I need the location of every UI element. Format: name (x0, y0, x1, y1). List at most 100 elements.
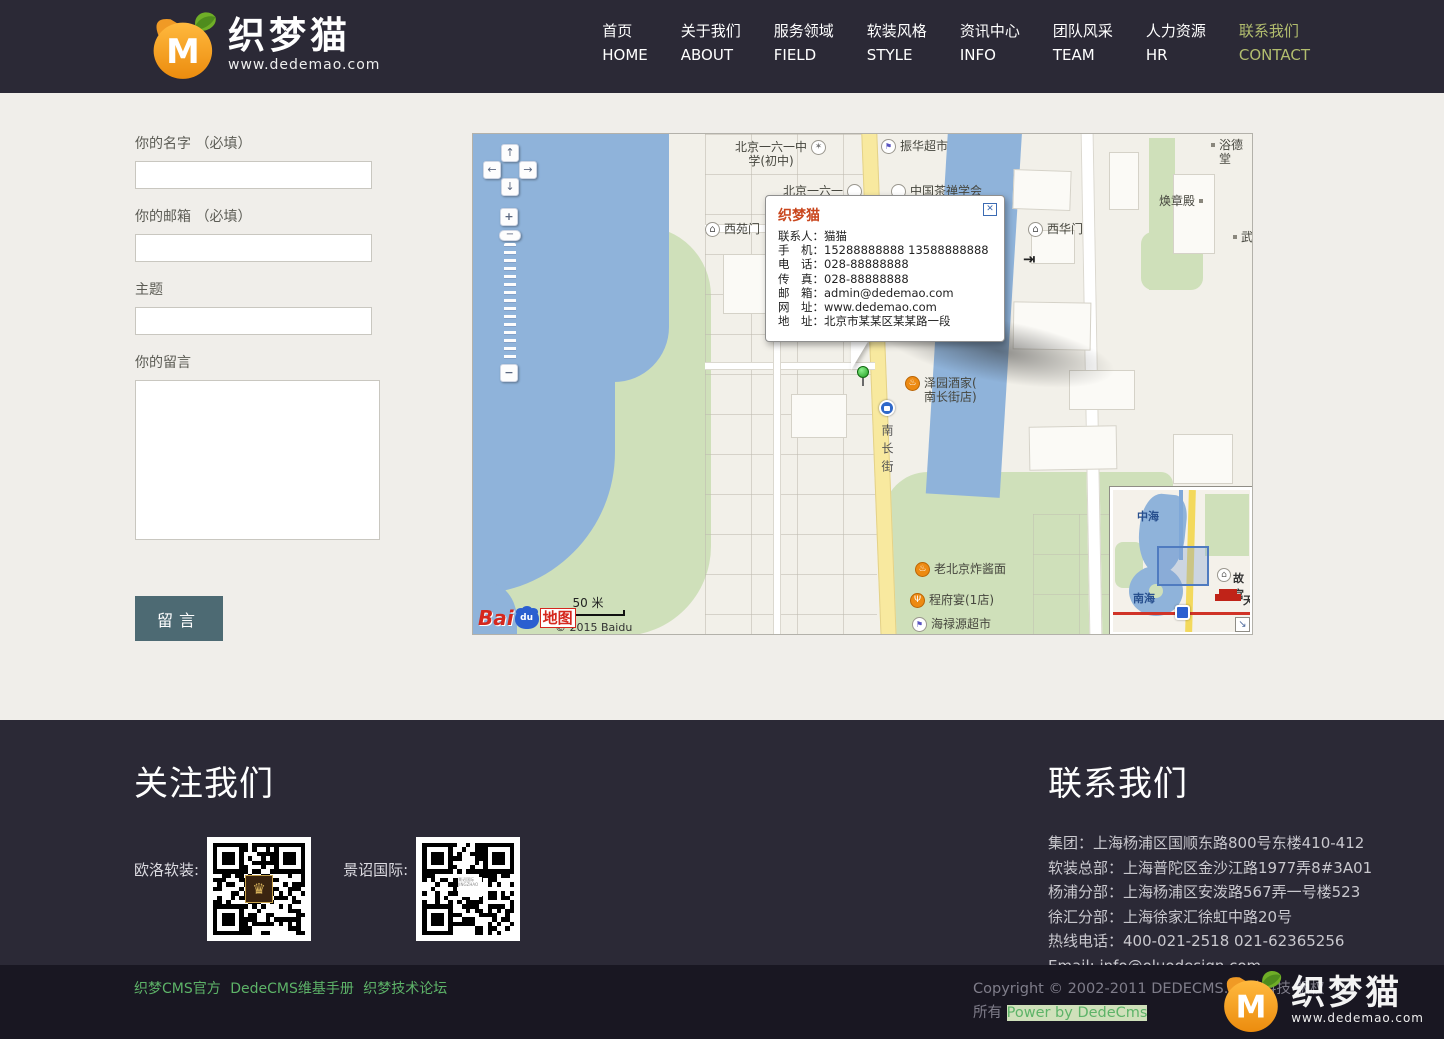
logo-brand: 织梦猫 (228, 16, 380, 56)
minimap-viewport-rect[interactable] (1157, 546, 1209, 586)
map-poi: Ψ程府宴(1店) (910, 593, 994, 608)
contact-line: 热线电话：400-021-2518 021-62365256 (1048, 929, 1372, 954)
poi-dot-icon (1199, 199, 1203, 203)
nav-item-team[interactable]: 团队风采TEAM (1053, 19, 1113, 68)
restaurant-icon: ♨ (915, 562, 930, 577)
subject-field[interactable] (135, 307, 372, 335)
restaurant-icon: Ψ (910, 593, 925, 608)
row-value: 15288888888 13588888888 (824, 243, 989, 257)
map-poi: 北京一六一中 学(初中)✶ (735, 140, 826, 168)
pan-down-button[interactable]: ↓ (501, 178, 519, 196)
site-footer: 关注我们 欧洛软装: ♛ 景诏国际: 景诏国际 JINGZHAO 联系我们 集团… (0, 720, 1444, 965)
gate-icon: ⌂ (705, 222, 720, 237)
cat-logo-icon (148, 8, 220, 80)
supermarket-icon: ⚑ (881, 139, 896, 154)
zoom-slider-track[interactable] (504, 243, 516, 361)
submit-message-button[interactable]: 留言 (135, 596, 223, 641)
subject-label: 主题 (135, 279, 395, 299)
infowindow-close-icon[interactable]: ✕ (983, 203, 997, 216)
nav-en: CONTACT (1239, 43, 1310, 68)
baidu-map[interactable]: 北京一六一中 学(初中)✶ ⚑振华超市 浴德堂 北京一六一 中国茶禅学会 焕章殿… (472, 133, 1253, 635)
qr-label-jingzhao: 景诏国际: (343, 859, 408, 941)
site-logo[interactable]: 织梦猫 www.dedemao.com (148, 8, 380, 80)
nav-item-about[interactable]: 关于我们ABOUT (681, 19, 741, 68)
row-value: 028-88888888 (824, 272, 909, 286)
contact-line: 集团：上海杨浦区国顺东路800号东楼410-412 (1048, 831, 1372, 856)
tiananmen-icon (1215, 594, 1241, 601)
minimap-collapse-button[interactable]: ↘ (1235, 617, 1250, 632)
infowindow-row: 邮 箱：admin@dedemao.com (778, 286, 994, 300)
minimap-label-zhonghai: 中海 (1137, 508, 1159, 524)
contact-line: 软装总部：上海普陀区金沙江路1977弄8#3A01 (1048, 856, 1372, 881)
map-building (1173, 174, 1215, 254)
infowindow-row: 地 址：北京市某某区某某路一段 (778, 314, 994, 328)
map-poi: ⌂西苑门 (705, 222, 760, 237)
infowindow-row: 联系人：猫猫 (778, 229, 994, 243)
nav-item-field[interactable]: 服务领域FIELD (774, 19, 834, 68)
nav-en: HOME (602, 43, 648, 68)
copyright-suffix: 所有 (973, 1005, 1007, 1021)
poi-label: 焕章殿 (1159, 194, 1195, 208)
nav-item-contact[interactable]: 联系我们CONTACT (1239, 19, 1310, 68)
bus-stop-icon[interactable] (879, 400, 895, 416)
map-building (1109, 152, 1139, 210)
nav-item-hr[interactable]: 人力资源HR (1146, 19, 1206, 68)
logo-domain: www.dedemao.com (228, 57, 380, 73)
school-icon: ✶ (811, 140, 826, 155)
nav-zh: 服务领域 (774, 19, 834, 43)
nav-en: TEAM (1053, 43, 1113, 68)
map-road-h2 (705, 362, 875, 370)
link-dedecms-wiki[interactable]: DedeCMS维基手册 (230, 981, 354, 997)
row-value: www.dedemao.com (824, 300, 937, 314)
map-building (791, 394, 847, 438)
link-dedecms-forum[interactable]: 织梦技术论坛 (363, 981, 447, 997)
row-value: 猫猫 (824, 229, 847, 243)
nav-zh: 资讯中心 (960, 19, 1020, 43)
minimap-label-nanhai: 南海 (1133, 590, 1155, 606)
bottom-links: 织梦CMS官方 DedeCMS维基手册 织梦技术论坛 (134, 978, 452, 998)
zoom-slider-handle[interactable]: − (499, 230, 521, 241)
row-key: 邮 箱： (778, 286, 824, 300)
pan-up-button[interactable]: ↑ (501, 144, 519, 162)
footer-logo-domain: www.dedemao.com (1291, 1011, 1424, 1025)
nav-item-home[interactable]: 首页HOME (602, 19, 648, 68)
nav-zh: 人力资源 (1146, 19, 1206, 43)
footer-logo-text: 织梦猫 www.dedemao.com (1291, 975, 1424, 1025)
zoom-in-button[interactable]: + (500, 208, 518, 226)
poi-dot-icon (1211, 143, 1215, 147)
map-poi: ⌂西华门 (1028, 222, 1083, 237)
baidu-maps-logo[interactable]: Bai du 地图 (478, 606, 576, 630)
pan-right-button[interactable]: → (519, 161, 537, 179)
link-dedecms-official[interactable]: 织梦CMS官方 (134, 981, 221, 997)
row-key: 电 话： (778, 257, 824, 271)
zoom-out-button[interactable]: − (500, 364, 518, 382)
email-field[interactable] (135, 234, 372, 262)
site-header: 织梦猫 www.dedemao.com 首页HOME 关于我们ABOUT 服务领… (0, 0, 1444, 93)
cat-logo-icon (1219, 967, 1285, 1033)
nav-item-info[interactable]: 资讯中心INFO (960, 19, 1020, 68)
name-label: 你的名字 （必填） (135, 133, 395, 153)
name-field[interactable] (135, 161, 372, 189)
footer-logo-brand: 织梦猫 (1291, 975, 1424, 1011)
supermarket-icon: ⚑ (912, 617, 927, 632)
map-poi: 武 (1233, 230, 1253, 244)
poi-label: 西华门 (1047, 222, 1083, 236)
follow-us-title: 关注我们 (134, 756, 552, 805)
message-field[interactable] (135, 380, 380, 540)
pan-left-button[interactable]: ← (483, 161, 501, 179)
logo-text: 织梦猫 www.dedemao.com (228, 16, 380, 73)
follow-us-section: 关注我们 欧洛软装: ♛ 景诏国际: 景诏国际 JINGZHAO (134, 756, 552, 941)
row-value: 北京市某某区某某路一段 (824, 314, 951, 328)
power-by-dedecms-link[interactable]: Power by DedeCms (1007, 1005, 1148, 1021)
infowindow-row: 网 址：www.dedemao.com (778, 300, 994, 314)
email-label: 你的邮箱 （必填） (135, 206, 395, 226)
minimap[interactable]: 中海 南海 ⌂ 故宫 天 ↘ (1110, 487, 1253, 635)
nav-item-style[interactable]: 软装风格STYLE (867, 19, 927, 68)
infowindow-row: 电 话：028-88888888 (778, 257, 994, 271)
row-key: 手 机： (778, 243, 824, 257)
qr-label-oluo: 欧洛软装: (134, 859, 199, 941)
map-poi: ♨泽园酒家( 南长街店) (905, 376, 977, 404)
nav-zh: 关于我们 (681, 19, 741, 43)
row-key: 网 址： (778, 300, 824, 314)
qr-center-text: 景诏国际 JINGZHAO (458, 877, 482, 897)
